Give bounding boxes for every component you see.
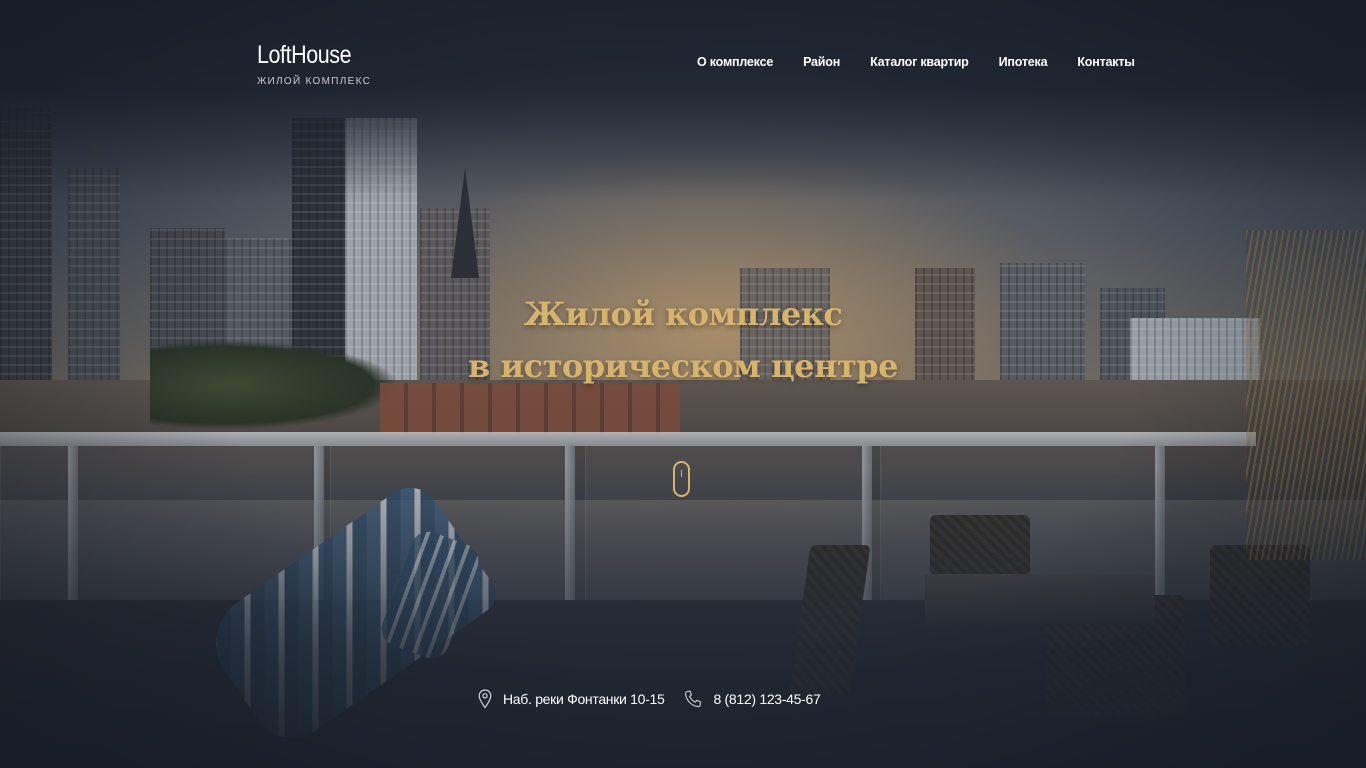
mouse-scroll-icon[interactable] <box>673 461 690 497</box>
nav-item-about[interactable]: О комплексе <box>697 55 773 69</box>
address: Наб. реки Фонтанки 10-15 <box>478 689 665 709</box>
nav-item-contacts[interactable]: Контакты <box>1077 55 1135 69</box>
logo-tagline: жилой комплекс <box>257 76 372 87</box>
hero-section: LoftHouse жилой комплекс О комплексе Рай… <box>0 0 1366 768</box>
phone[interactable]: 8 (812) 123-45-67 <box>664 690 821 708</box>
logo-name: LoftHouse <box>257 41 352 69</box>
nav-item-mortgage[interactable]: Ипотека <box>999 55 1048 69</box>
hero-title-line1: Жилой комплекс <box>523 295 843 333</box>
location-pin-icon <box>478 689 492 709</box>
hero-title-line2: в историческом центре <box>467 347 899 385</box>
contacts-bar: Наб. реки Фонтанки 10-15 8 (812) 123-45-… <box>478 689 821 709</box>
phone-number[interactable]: 8 (812) 123-45-67 <box>713 691 820 707</box>
nav-item-district[interactable]: Район <box>803 55 840 69</box>
phone-icon <box>685 690 702 708</box>
hero-title: Жилой комплекс в историческом центре <box>383 288 983 392</box>
nav-item-catalog[interactable]: Каталог квартир <box>870 55 969 69</box>
logo[interactable]: LoftHouse жилой комплекс <box>257 40 371 87</box>
main-nav: О комплексе Район Каталог квартир Ипотек… <box>697 55 1135 69</box>
address-text: Наб. реки Фонтанки 10-15 <box>503 691 665 707</box>
